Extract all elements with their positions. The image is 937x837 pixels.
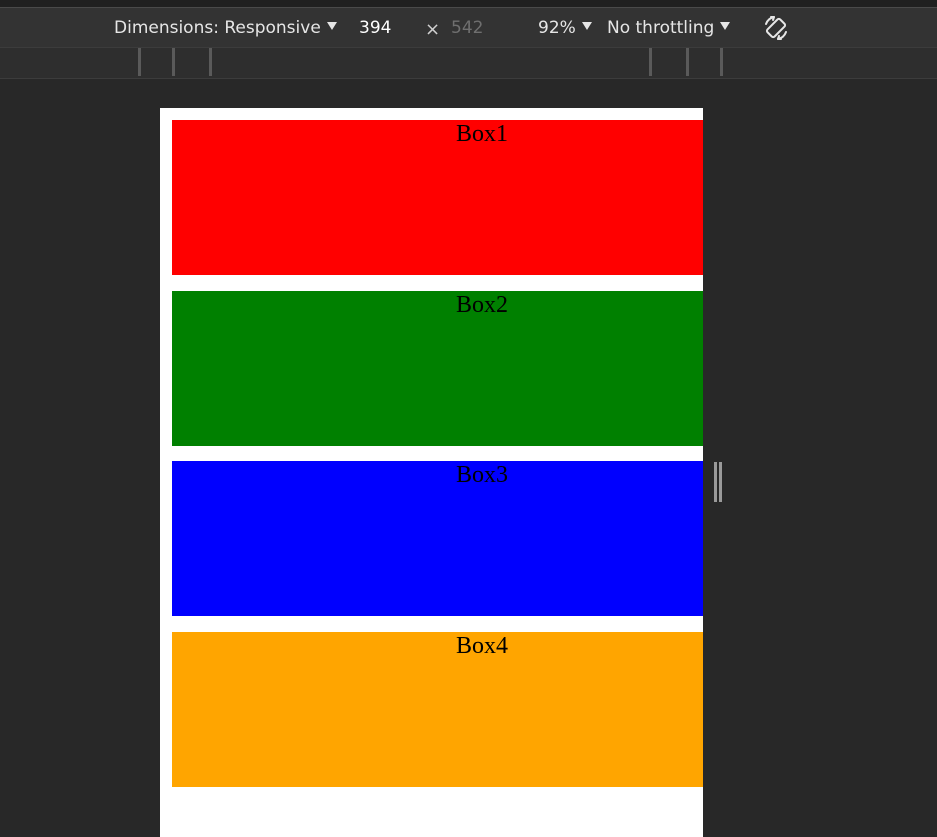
- dimensions-label: Dimensions: Responsive: [114, 18, 321, 38]
- times-icon: ×: [425, 19, 441, 40]
- box-3: Box3: [172, 461, 703, 616]
- throttling-label: No throttling: [607, 18, 715, 38]
- box-4: Box4: [172, 632, 703, 787]
- breakpoint-marker[interactable]: [686, 48, 689, 76]
- breakpoint-marker[interactable]: [138, 48, 141, 76]
- window-top-border: [0, 0, 937, 8]
- box-4-label: Box4: [456, 633, 509, 659]
- zoom-dropdown[interactable]: 92%: [538, 18, 592, 38]
- box-1-label: Box1: [456, 121, 509, 147]
- device-toolbar: Dimensions: Responsive 394 × 542 92% No …: [0, 8, 937, 47]
- caret-down-icon: [326, 22, 337, 30]
- box-3-label: Box3: [456, 462, 509, 488]
- rotate-icon[interactable]: [762, 14, 790, 42]
- caret-down-icon: [581, 22, 592, 30]
- height-input[interactable]: 542: [451, 18, 483, 38]
- media-query-bar: [0, 47, 937, 79]
- throttling-dropdown[interactable]: No throttling: [607, 18, 731, 38]
- zoom-label: 92%: [538, 18, 576, 38]
- breakpoint-marker[interactable]: [172, 48, 175, 76]
- box-1: Box1: [172, 120, 703, 275]
- breakpoint-marker[interactable]: [649, 48, 652, 76]
- breakpoint-marker[interactable]: [209, 48, 212, 76]
- width-input[interactable]: 394: [359, 18, 391, 38]
- breakpoint-marker[interactable]: [720, 48, 723, 76]
- caret-down-icon: [720, 22, 731, 30]
- box-2: Box2: [172, 291, 703, 446]
- box-2-label: Box2: [456, 292, 509, 318]
- resize-handle[interactable]: [713, 462, 723, 502]
- emulated-viewport: Box1 Box2 Box3 Box4: [160, 108, 703, 837]
- dimensions-dropdown[interactable]: Dimensions: Responsive: [114, 18, 337, 38]
